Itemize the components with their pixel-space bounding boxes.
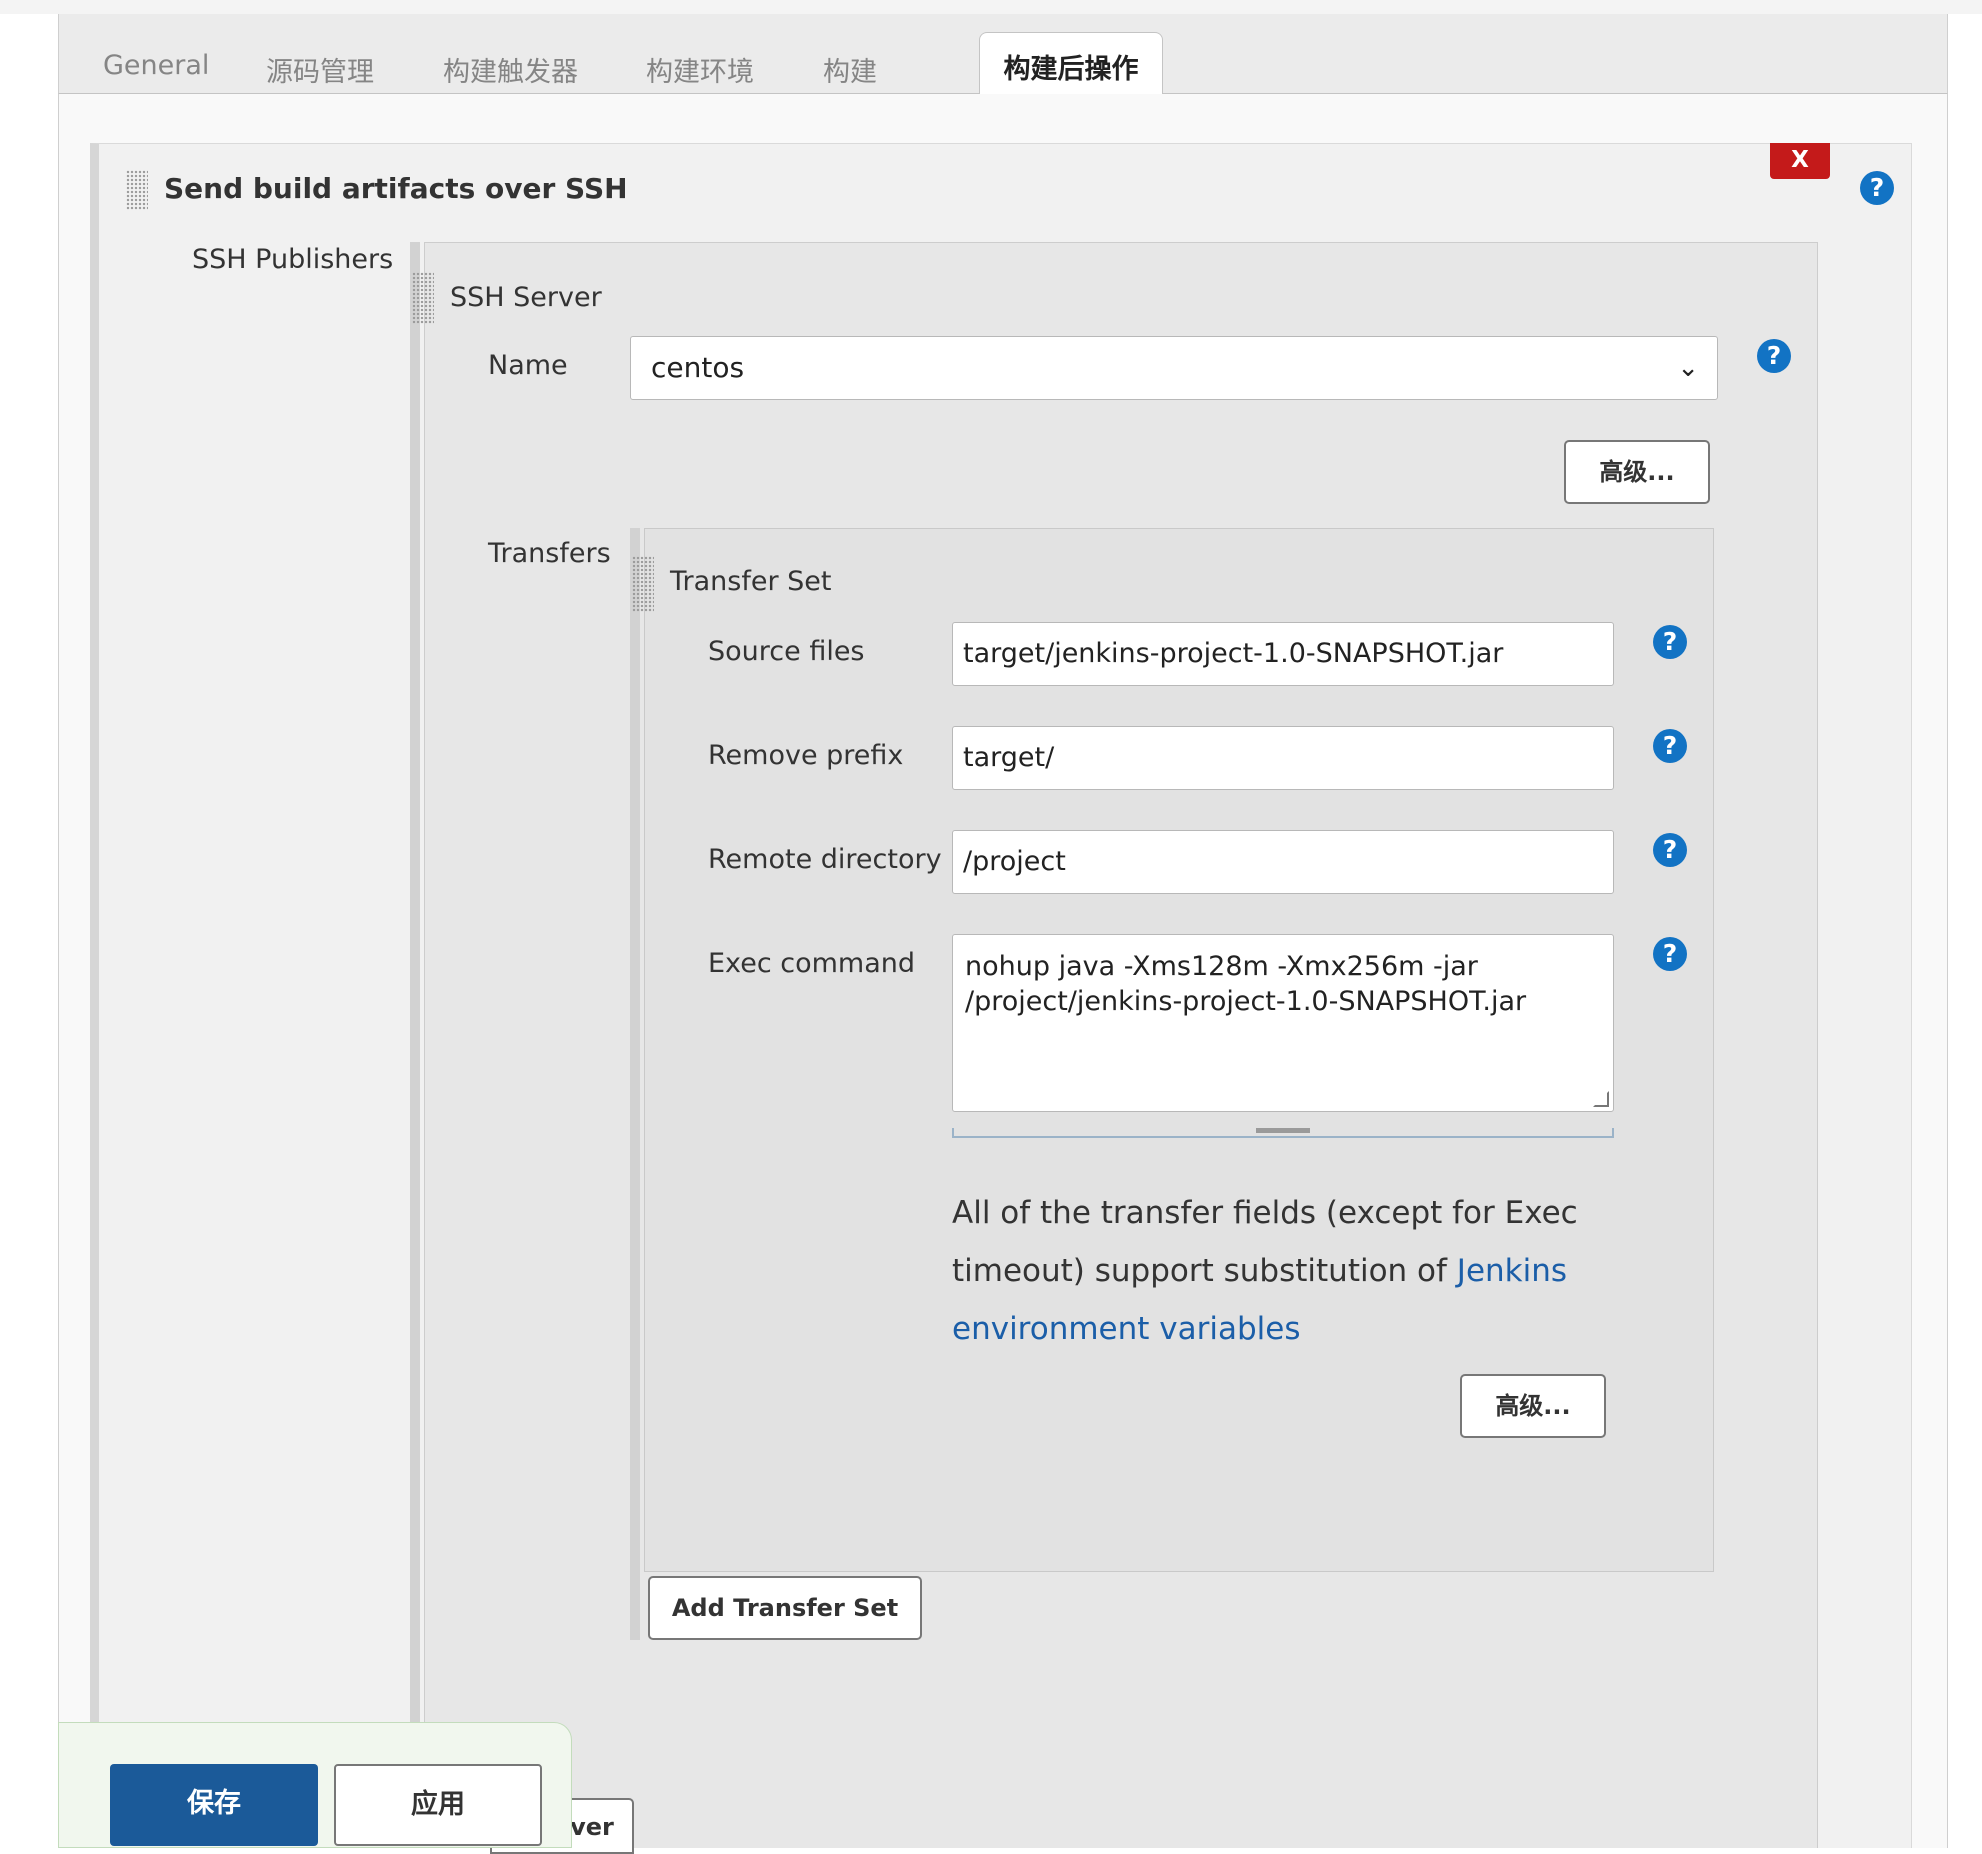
publisher-help-icon[interactable]: ? — [1860, 171, 1894, 205]
remote-directory-input[interactable]: /project — [952, 830, 1614, 894]
remote-directory-help-icon[interactable]: ? — [1653, 833, 1687, 867]
config-tab-bar: General 源码管理 构建触发器 构建环境 构建 构建后操作 — [58, 14, 1948, 108]
ssh-publishers-label: SSH Publishers — [192, 244, 394, 275]
remote-directory-label: Remote directory — [708, 844, 942, 875]
remove-prefix-input[interactable]: target/ — [952, 726, 1614, 790]
ssh-server-name-value: centos — [651, 351, 745, 384]
transfer-left-bar — [630, 528, 640, 1640]
transfer-set-title: Transfer Set — [670, 566, 832, 597]
name-label: Name — [488, 350, 568, 381]
exec-command-line-2: /project/jenkins-project-1.0-SNAPSHOT.ja… — [965, 986, 1527, 1017]
source-files-input[interactable]: target/jenkins-project-1.0-SNAPSHOT.jar — [952, 622, 1614, 686]
transfer-set-drag-handle[interactable] — [632, 556, 654, 612]
publisher-title: Send build artifacts over SSH — [164, 172, 628, 205]
chevron-down-icon: ⌄ — [1677, 353, 1699, 383]
save-button[interactable]: 保存 — [110, 1764, 318, 1846]
server-advanced-button[interactable]: 高级... — [1564, 440, 1710, 504]
apply-button[interactable]: 应用 — [334, 1764, 542, 1846]
substitution-note: All of the transfer fields (except for E… — [952, 1184, 1592, 1358]
publisher-drag-handle[interactable] — [126, 170, 148, 210]
remove-prefix-label: Remove prefix — [708, 740, 904, 771]
drag-grip-icon — [1256, 1128, 1310, 1133]
name-help-icon[interactable]: ? — [1757, 339, 1791, 373]
source-files-help-icon[interactable]: ? — [1653, 625, 1687, 659]
tab-build-env[interactable]: 构建环境 — [646, 50, 754, 89]
tab-build[interactable]: 构建 — [823, 50, 877, 89]
top-strip — [0, 0, 1982, 14]
exec-command-label: Exec command — [708, 948, 916, 979]
resize-handle-icon[interactable] — [1593, 1091, 1609, 1107]
remove-prefix-help-icon[interactable]: ? — [1653, 729, 1687, 763]
ssh-server-left-bar — [410, 242, 420, 1848]
tab-triggers[interactable]: 构建触发器 — [443, 50, 578, 89]
exec-command-textarea[interactable]: nohup java -Xms128m -Xmx256m -jar /proje… — [952, 934, 1614, 1112]
transfer-advanced-button[interactable]: 高级... — [1460, 1374, 1606, 1438]
exec-command-line-1: nohup java -Xms128m -Xmx256m -jar — [965, 951, 1478, 982]
tab-general[interactable]: General — [103, 50, 209, 81]
add-transfer-set-button[interactable]: Add Transfer Set — [648, 1576, 922, 1640]
ssh-server-name-select[interactable]: centos ⌄ — [630, 336, 1718, 400]
exec-command-help-icon[interactable]: ? — [1653, 937, 1687, 971]
tab-scm[interactable]: 源码管理 — [266, 50, 374, 89]
ssh-server-title: SSH Server — [450, 282, 602, 313]
transfers-label: Transfers — [488, 538, 611, 569]
exec-command-expand-strip[interactable] — [952, 1128, 1614, 1138]
ssh-server-drag-handle[interactable] — [412, 272, 434, 324]
delete-publisher-button[interactable]: X — [1770, 143, 1830, 179]
source-files-label: Source files — [708, 636, 865, 667]
